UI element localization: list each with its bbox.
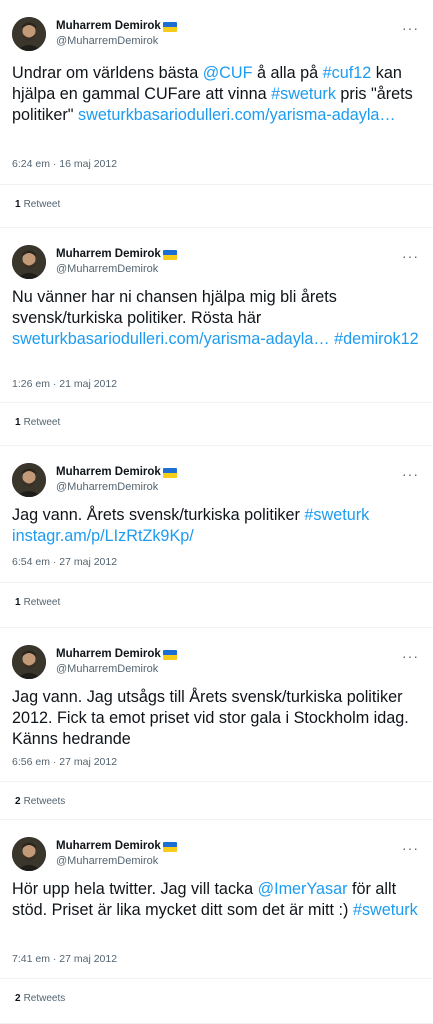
tweet-text: Jag vann. Jag utsågs till Årets svensk/t… (12, 687, 419, 750)
tweet[interactable]: Muharrem Demirok @MuharremDemirok ··· Jag v… (0, 628, 433, 820)
ukraine-flag-icon (162, 249, 177, 260)
avatar[interactable] (12, 245, 46, 279)
tweet[interactable]: Muharrem Demirok @MuharremDemirok ··· Hör u… (0, 820, 433, 1024)
tweet-timestamp[interactable]: 1:26 em · 21 maj 2012 (12, 378, 117, 390)
tweet-header: Muharrem Demirok @MuharremDemirok (12, 245, 177, 279)
tweet-text: Hör upp hela twitter. Jag vill tacka @Im… (12, 879, 419, 921)
tweet-link[interactable]: #demirok12 (334, 330, 419, 348)
tweet-link[interactable]: sweturkbasariodulleri.com/yarisma-adayla… (78, 106, 396, 124)
retweet-count: 1 (15, 199, 21, 210)
tweet-header: Muharrem Demirok @MuharremDemirok (12, 463, 177, 497)
display-name[interactable]: Muharrem Demirok (56, 647, 177, 662)
display-name[interactable]: Muharrem Demirok (56, 247, 177, 262)
more-options-icon[interactable]: ··· (402, 840, 419, 856)
tweet-link[interactable]: #sweturk (353, 901, 418, 919)
display-name[interactable]: Muharrem Demirok (56, 839, 177, 854)
tweet-link[interactable]: instagr.am/p/LIzRtZk9Kp/ (12, 527, 194, 545)
ukraine-flag-icon (162, 649, 177, 660)
retweet-count: 2 (15, 796, 21, 807)
author-info: Muharrem Demirok @MuharremDemirok (56, 19, 177, 49)
handle[interactable]: @MuharremDemirok (56, 480, 177, 495)
display-name-text[interactable]: Muharrem Demirok (56, 247, 161, 262)
display-name-text[interactable]: Muharrem Demirok (56, 19, 161, 34)
ukraine-flag-icon (162, 467, 177, 478)
retweet-label: Retweets (23, 796, 66, 807)
retweet-count: 2 (15, 993, 21, 1004)
handle[interactable]: @MuharremDemirok (56, 34, 177, 49)
more-options-icon[interactable]: ··· (402, 20, 419, 36)
ukraine-flag-icon (162, 21, 177, 32)
tweet[interactable]: Muharrem Demirok @MuharremDemirok ··· Undra… (0, 0, 433, 228)
tweet-header: Muharrem Demirok @MuharremDemirok (12, 17, 177, 51)
retweet-label: Retweets (23, 993, 66, 1004)
display-name-text[interactable]: Muharrem Demirok (56, 839, 161, 854)
tweet-link[interactable]: #cuf12 (323, 64, 372, 82)
tweet-text-segment: Undrar om världens bästa (12, 64, 203, 82)
retweet-label: Retweet (23, 597, 61, 608)
tweet-header: Muharrem Demirok @MuharremDemirok (12, 837, 177, 871)
retweet-stats[interactable]: 2 Retweets (0, 978, 433, 1018)
retweet-stats[interactable]: 1 Retweet (0, 184, 433, 224)
tweet-link[interactable]: @ImerYasar (258, 880, 348, 898)
tweet-timestamp[interactable]: 7:41 em · 27 maj 2012 (12, 953, 117, 965)
tweet-feed: Muharrem Demirok @MuharremDemirok ··· Undra… (0, 0, 433, 1024)
more-options-icon[interactable]: ··· (402, 466, 419, 482)
display-name[interactable]: Muharrem Demirok (56, 465, 177, 480)
tweet-link[interactable]: @CUF (203, 64, 253, 82)
display-name[interactable]: Muharrem Demirok (56, 19, 177, 34)
tweet[interactable]: Muharrem Demirok @MuharremDemirok ··· Nu vä… (0, 228, 433, 446)
handle[interactable]: @MuharremDemirok (56, 854, 177, 869)
display-name-text[interactable]: Muharrem Demirok (56, 465, 161, 480)
tweet-link[interactable]: #sweturk (304, 506, 369, 524)
avatar[interactable] (12, 463, 46, 497)
tweet-link[interactable]: sweturkbasariodulleri.com/yarisma-adayla… (12, 330, 330, 348)
author-info: Muharrem Demirok @MuharremDemirok (56, 465, 177, 495)
handle[interactable]: @MuharremDemirok (56, 662, 177, 677)
author-info: Muharrem Demirok @MuharremDemirok (56, 247, 177, 277)
tweet-text-segment: å alla på (252, 64, 323, 82)
tweet-text-segment: Nu vänner har ni chansen hjälpa mig bli … (12, 288, 337, 327)
tweet-timestamp[interactable]: 6:24 em · 16 maj 2012 (12, 158, 117, 170)
tweet-header: Muharrem Demirok @MuharremDemirok (12, 645, 177, 679)
author-info: Muharrem Demirok @MuharremDemirok (56, 839, 177, 869)
avatar[interactable] (12, 645, 46, 679)
tweet-text-segment: Hör upp hela twitter. Jag vill tacka (12, 880, 258, 898)
display-name-text[interactable]: Muharrem Demirok (56, 647, 161, 662)
retweet-label: Retweet (23, 199, 61, 210)
avatar[interactable] (12, 837, 46, 871)
handle[interactable]: @MuharremDemirok (56, 262, 177, 277)
tweet-timestamp[interactable]: 6:54 em · 27 maj 2012 (12, 556, 117, 568)
tweet[interactable]: Muharrem Demirok @MuharremDemirok ··· Jag v… (0, 446, 433, 628)
more-options-icon[interactable]: ··· (402, 248, 419, 264)
retweet-count: 1 (15, 417, 21, 428)
retweet-label: Retweet (23, 417, 61, 428)
retweet-stats[interactable]: 1 Retweet (0, 582, 433, 622)
avatar[interactable] (12, 17, 46, 51)
tweet-text: Nu vänner har ni chansen hjälpa mig bli … (12, 287, 419, 350)
tweet-text: Undrar om världens bästa @CUF å alla på … (12, 63, 419, 126)
tweet-text-segment: Jag vann. Jag utsågs till Årets svensk/t… (12, 688, 409, 748)
ukraine-flag-icon (162, 841, 177, 852)
more-options-icon[interactable]: ··· (402, 648, 419, 664)
author-info: Muharrem Demirok @MuharremDemirok (56, 647, 177, 677)
retweet-stats[interactable]: 2 Retweets (0, 781, 433, 821)
retweet-count: 1 (15, 597, 21, 608)
tweet-link[interactable]: #sweturk (271, 85, 336, 103)
tweet-text: Jag vann. Årets svensk/turkiska politike… (12, 505, 419, 547)
retweet-stats[interactable]: 1 Retweet (0, 402, 433, 442)
tweet-timestamp[interactable]: 6:56 em · 27 maj 2012 (12, 756, 117, 768)
tweet-text-segment: Jag vann. Årets svensk/turkiska politike… (12, 506, 305, 524)
